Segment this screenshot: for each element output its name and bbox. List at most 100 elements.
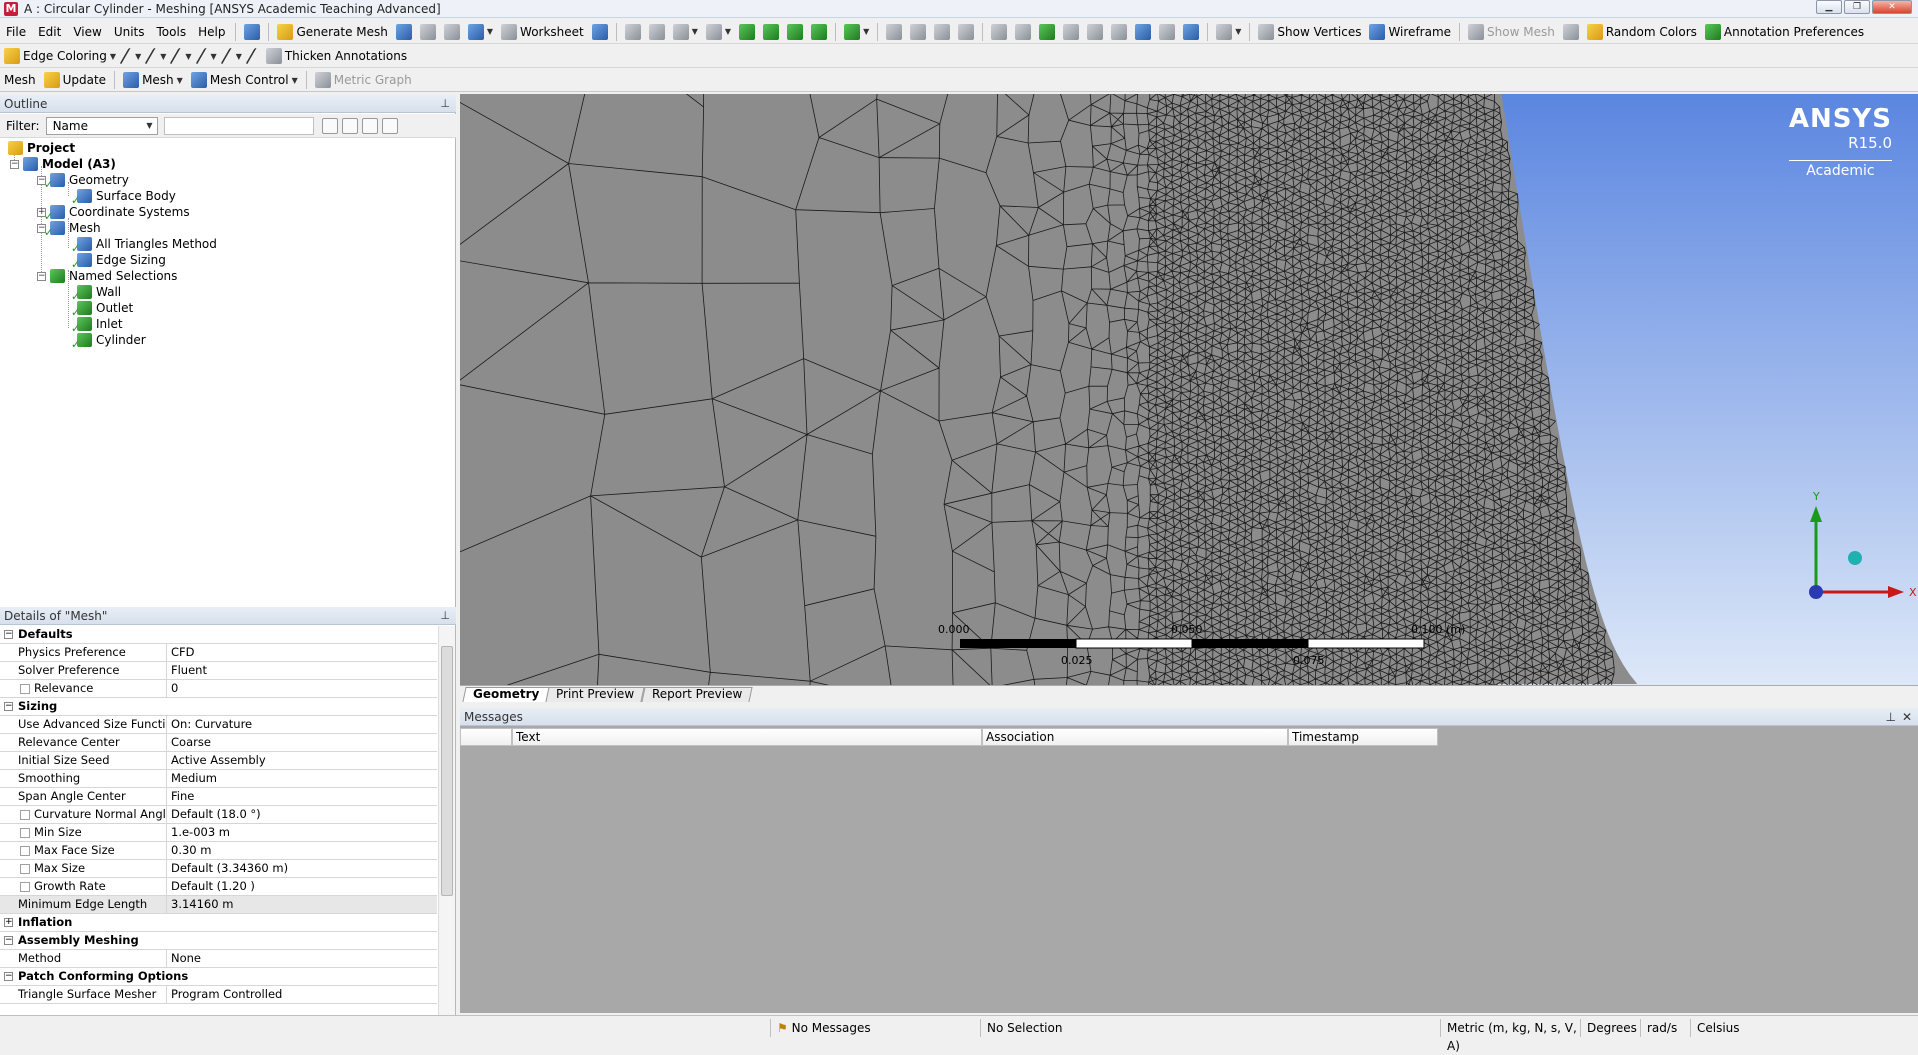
rotate-button[interactable] xyxy=(882,22,906,42)
refresh-icon[interactable] xyxy=(321,117,338,134)
mesh-control-button[interactable]: Mesh Control ▼ xyxy=(187,70,302,90)
column-association[interactable]: Association xyxy=(982,728,1288,746)
filter-input[interactable] xyxy=(163,116,314,135)
select-body-button[interactable] xyxy=(759,22,783,42)
details-section-row[interactable]: − Defaults xyxy=(0,626,437,644)
tree-node-cylinder[interactable]: Cylinder xyxy=(71,332,146,351)
property-value[interactable]: Default (3.34360 m) xyxy=(167,860,437,877)
tree-node-model[interactable]: − Model (A3) xyxy=(10,156,116,172)
collapse-icon[interactable]: − xyxy=(10,159,19,169)
tree-node-inlet[interactable]: Inlet xyxy=(71,316,123,335)
iso-view-button[interactable] xyxy=(1083,22,1107,42)
property-value[interactable]: Active Assembly xyxy=(167,752,437,769)
close-button[interactable]: ✕ xyxy=(1872,0,1912,14)
menu-file[interactable]: File xyxy=(0,21,32,43)
property-value[interactable]: Fine xyxy=(167,788,437,805)
graphics-viewport[interactable]: ANSYS R15.0 Academic 0.000 0.050 0.100 (… xyxy=(460,94,1918,685)
tree-node-geometry[interactable]: − Geometry xyxy=(37,172,129,191)
close-icon[interactable]: ✕ xyxy=(1902,708,1912,726)
edge-style-4-button[interactable]: ▼ xyxy=(194,46,221,66)
property-value[interactable]: 1.e-003 m xyxy=(167,824,437,841)
zoom-button[interactable] xyxy=(930,22,954,42)
details-property-row[interactable]: Max Size Default (3.34360 m) xyxy=(0,860,437,878)
select-element-button[interactable] xyxy=(783,22,807,42)
collapse-icon[interactable]: − xyxy=(37,271,46,281)
property-value[interactable]: None xyxy=(167,950,437,967)
status-units[interactable]: Metric (m, kg, N, s, V, A) xyxy=(1440,1019,1580,1053)
generate-mesh-button[interactable]: Generate Mesh xyxy=(273,22,391,42)
update-button[interactable]: Update xyxy=(40,70,110,90)
details-property-row[interactable]: Relevance 0 xyxy=(0,680,437,698)
select-face-button[interactable] xyxy=(735,22,759,42)
menu-edit[interactable]: Edit xyxy=(32,21,67,43)
property-value[interactable]: Default (18.0 °) xyxy=(167,806,437,823)
pan-button[interactable] xyxy=(906,22,930,42)
column-text[interactable]: Text xyxy=(512,728,982,746)
select-mode-button[interactable]: ▼ xyxy=(669,22,702,42)
parameter-checkbox[interactable] xyxy=(20,846,30,856)
zoom-fit-button[interactable] xyxy=(987,22,1011,42)
details-property-row[interactable]: Min Size 1.e-003 m xyxy=(0,824,437,842)
viewport-layout-button[interactable]: ▼ xyxy=(1212,22,1245,42)
wireframe-button[interactable]: Wireframe xyxy=(1365,22,1455,42)
thicken-annotations-button[interactable]: Thicken Annotations xyxy=(262,46,411,66)
metric-graph-button[interactable]: Metric Graph xyxy=(311,70,416,90)
ansys-app-icon[interactable]: M xyxy=(4,1,18,16)
details-property-row[interactable]: Use Advanced Size Function On: Curvature xyxy=(0,716,437,734)
details-section-row[interactable]: − Assembly Meshing xyxy=(0,932,437,950)
edge-style-6-button[interactable] xyxy=(245,46,263,66)
property-value[interactable]: Coarse xyxy=(167,734,437,751)
property-value[interactable]: CFD xyxy=(167,644,437,661)
menu-tools[interactable]: Tools xyxy=(151,21,193,43)
abc-button[interactable] xyxy=(416,22,440,42)
show-vertices-button[interactable]: Show Vertices xyxy=(1254,22,1365,42)
select-vertex-button[interactable] xyxy=(621,22,645,42)
details-property-row[interactable]: Physics Preference CFD xyxy=(0,644,437,662)
details-property-row[interactable]: Growth Rate Default (1.20 ) xyxy=(0,878,437,896)
mesh-menu-button[interactable]: Mesh ▼ xyxy=(119,70,187,90)
parameter-checkbox[interactable] xyxy=(20,684,30,694)
property-value[interactable]: Default (1.20 ) xyxy=(167,878,437,895)
edge-coloring-button[interactable]: Edge Coloring ▼ xyxy=(0,46,120,66)
tree-link-button[interactable] xyxy=(240,22,264,42)
details-property-row[interactable]: Relevance Center Coarse xyxy=(0,734,437,752)
menu-help[interactable]: Help xyxy=(192,21,231,43)
details-property-row[interactable]: Initial Size Seed Active Assembly xyxy=(0,752,437,770)
pin-icon[interactable]: ⊥ xyxy=(440,607,450,625)
edge-style-2-button[interactable]: ▼ xyxy=(144,46,170,66)
preview-button[interactable] xyxy=(392,22,416,42)
tab-geometry[interactable]: Geometry xyxy=(462,687,550,702)
display-button[interactable] xyxy=(1131,22,1155,42)
column-timestamp[interactable]: Timestamp xyxy=(1288,728,1438,746)
edge-style-1-button[interactable]: ▼ xyxy=(119,46,145,66)
tab-print-preview[interactable]: Print Preview xyxy=(545,687,646,702)
text-button[interactable] xyxy=(440,22,464,42)
annotation-preferences-button[interactable]: Annotation Preferences xyxy=(1701,22,1868,42)
worksheet-button[interactable]: Worksheet xyxy=(497,22,588,42)
menu-units[interactable]: Units xyxy=(108,21,151,43)
tree-node-edge-sizing[interactable]: Edge Sizing xyxy=(71,252,166,271)
expand-icon[interactable] xyxy=(361,117,378,134)
property-value[interactable]: 0.30 m xyxy=(167,842,437,859)
tree-node-named-selections[interactable]: − Named Selections xyxy=(37,268,177,284)
pin-icon[interactable]: ⊥ xyxy=(1886,708,1896,726)
collapse-icon[interactable]: − xyxy=(4,936,13,945)
clear-filter-icon[interactable] xyxy=(341,117,358,134)
edge-style-5-button[interactable]: ▼ xyxy=(220,46,246,66)
lock-button[interactable] xyxy=(1155,22,1179,42)
details-property-row[interactable]: Triangle Surface Mesher Program Controlle… xyxy=(0,986,437,1004)
parameter-checkbox[interactable] xyxy=(20,882,30,892)
tab-report-preview[interactable]: Report Preview xyxy=(640,687,753,702)
collapse-icon[interactable]: − xyxy=(4,630,13,639)
cursor-mode-button[interactable]: ▼ xyxy=(702,22,735,42)
previous-view-button[interactable] xyxy=(1059,22,1083,42)
property-value[interactable]: 0 xyxy=(167,680,437,697)
details-section-row[interactable]: − Patch Conforming Options xyxy=(0,968,437,986)
magnifier-button[interactable] xyxy=(1035,22,1059,42)
details-section-row[interactable]: − Sizing xyxy=(0,698,437,716)
tree-node-coordinate-systems[interactable]: + Coordinate Systems xyxy=(37,204,190,223)
status-rate[interactable]: rad/s xyxy=(1640,1019,1690,1037)
axis-toggle-button[interactable] xyxy=(1559,22,1583,42)
zoom-selected-button[interactable] xyxy=(1011,22,1035,42)
tree-node-mesh[interactable]: − Mesh xyxy=(37,220,101,239)
